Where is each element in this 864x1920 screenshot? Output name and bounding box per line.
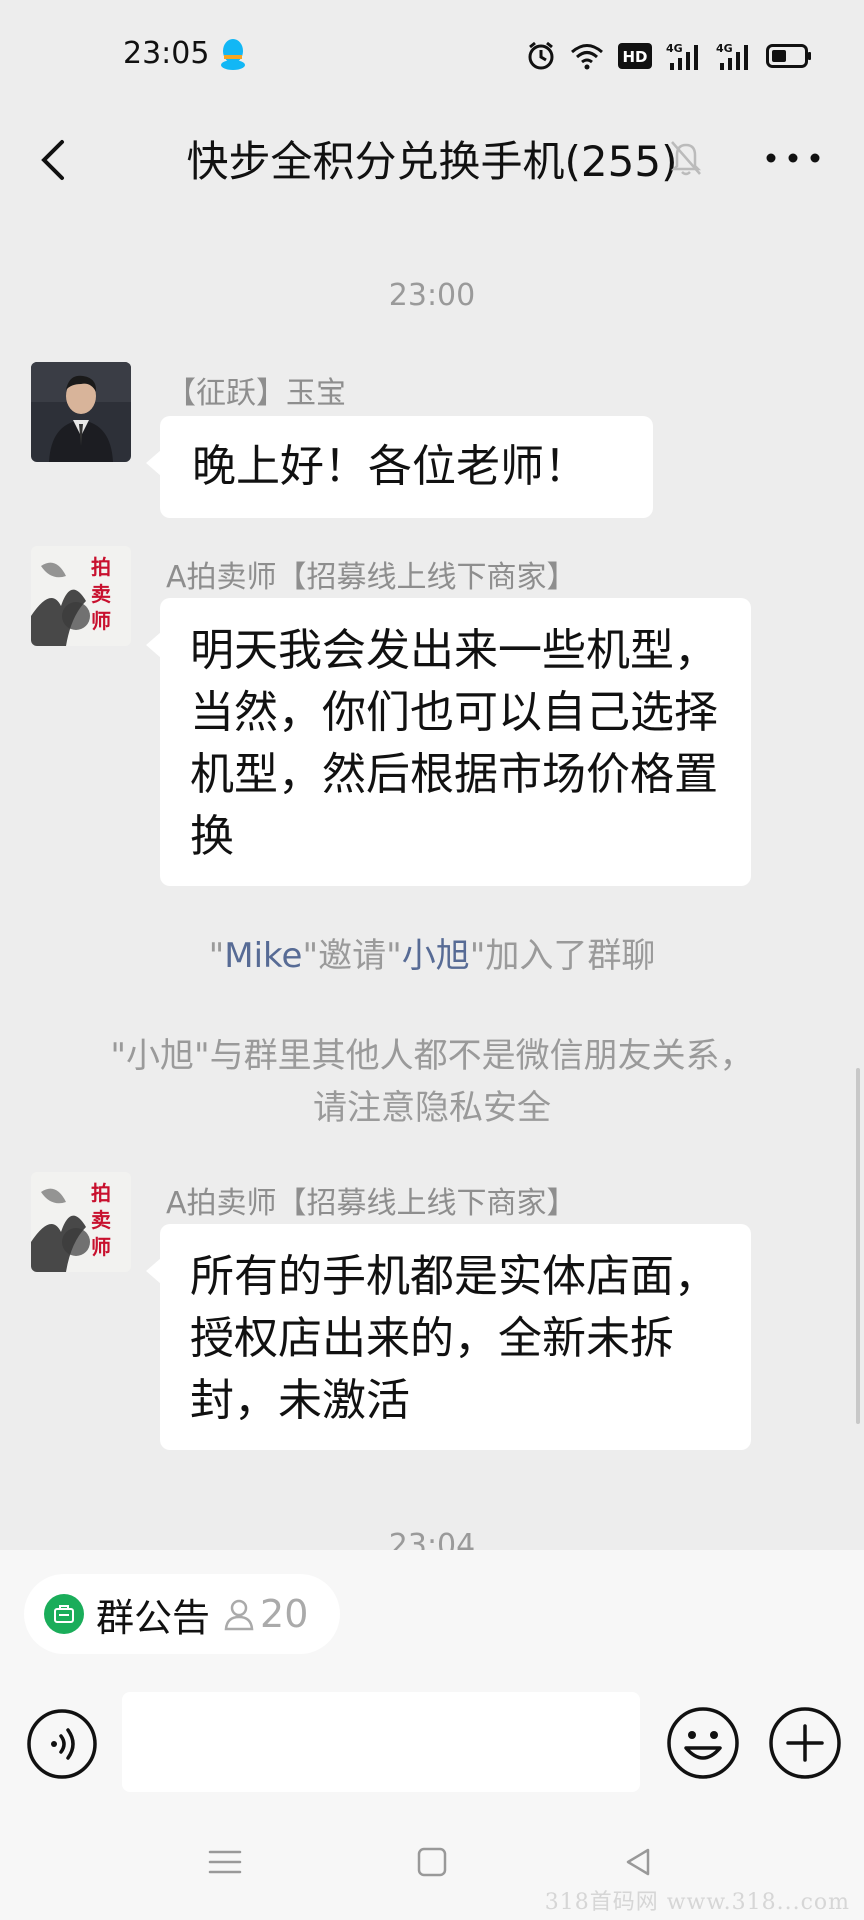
- plus-icon[interactable]: [768, 1706, 842, 1780]
- inviter-name[interactable]: Mike: [224, 936, 302, 976]
- signal-4g-icon: 4G: [716, 42, 748, 70]
- message-list[interactable]: 23:00 【征跃】玉宝 晚上好！各位老师！ 拍 卖 师 A拍卖师【招募线上线下…: [0, 210, 864, 1550]
- voice-icon[interactable]: [26, 1708, 98, 1780]
- watermark: 318首码网 www.318...com: [544, 1890, 850, 1915]
- member-count: 20: [260, 1592, 309, 1636]
- sender-name: A拍卖师【招募线上线下商家】: [166, 560, 577, 595]
- system-message: "Mike"邀请"小旭"加入了群聊: [208, 936, 656, 976]
- emoji-icon[interactable]: [666, 1706, 740, 1780]
- chat-title: 快步全积分兑换手机(255): [186, 137, 678, 186]
- chat-header: 快步全积分兑换手机(255): [0, 110, 864, 210]
- bottom-panel: 群公告 20 318首码网 www.318...com: [0, 1550, 864, 1920]
- battery-icon: [766, 44, 811, 68]
- wifi-icon: [571, 44, 603, 70]
- group-notice-button[interactable]: 群公告 20: [24, 1574, 340, 1654]
- avatar[interactable]: 拍 卖 师: [31, 1172, 131, 1272]
- notice-icon: [44, 1594, 84, 1634]
- svg-text:4G: 4G: [666, 42, 683, 55]
- sender-name: A拍卖师【招募线上线下商家】: [166, 1186, 577, 1221]
- svg-text:拍: 拍: [91, 1181, 111, 1205]
- timestamp: 23:00: [388, 278, 476, 313]
- qq-icon: [221, 39, 245, 70]
- svg-text:卖: 卖: [91, 1208, 111, 1232]
- privacy-notice: "小旭"与群里其他人都不是微信朋友关系， 请注意隐私安全: [110, 1036, 754, 1128]
- input-row: [0, 1690, 864, 1800]
- message-bubble[interactable]: 所有的手机都是实体店面，授权店出来的，全新未拆封，未激活: [146, 1224, 751, 1450]
- scrollbar[interactable]: [856, 1068, 860, 1424]
- invitee-name[interactable]: 小旭: [402, 936, 470, 976]
- message-bubble[interactable]: 明天我会发出来一些机型，当然，你们也可以自己选择机型，然后根据市场价格置换: [146, 598, 751, 886]
- svg-text:HD: HD: [622, 48, 647, 66]
- hd-icon: HD: [618, 43, 652, 69]
- member-icon: [224, 1599, 254, 1631]
- svg-text:拍: 拍: [91, 555, 111, 579]
- status-bar: 23:05 HD 4G 4G: [0, 0, 864, 110]
- message-input[interactable]: [122, 1692, 640, 1792]
- notice-label: 群公告: [96, 1595, 211, 1640]
- timestamp: 23:04: [388, 1528, 476, 1550]
- signal-4g-icon: 4G: [666, 42, 698, 70]
- sender-name: 【征跃】玉宝: [166, 376, 346, 411]
- mute-icon: [670, 141, 702, 176]
- back-triangle-icon[interactable]: [622, 1846, 654, 1878]
- menu-icon[interactable]: [208, 1846, 242, 1878]
- more-icon[interactable]: [764, 146, 822, 170]
- svg-text:卖: 卖: [91, 582, 111, 606]
- svg-text:师: 师: [91, 1235, 111, 1259]
- svg-text:师: 师: [91, 609, 111, 633]
- home-icon[interactable]: [416, 1846, 448, 1878]
- message-bubble[interactable]: 晚上好！各位老师！: [146, 416, 653, 518]
- svg-text:4G: 4G: [716, 42, 733, 55]
- status-time: 23:05: [123, 36, 210, 71]
- alarm-icon: [528, 41, 554, 70]
- status-icons: HD 4G 4G: [526, 40, 812, 72]
- avatar[interactable]: 拍 卖 师: [31, 546, 131, 646]
- avatar[interactable]: [31, 362, 131, 462]
